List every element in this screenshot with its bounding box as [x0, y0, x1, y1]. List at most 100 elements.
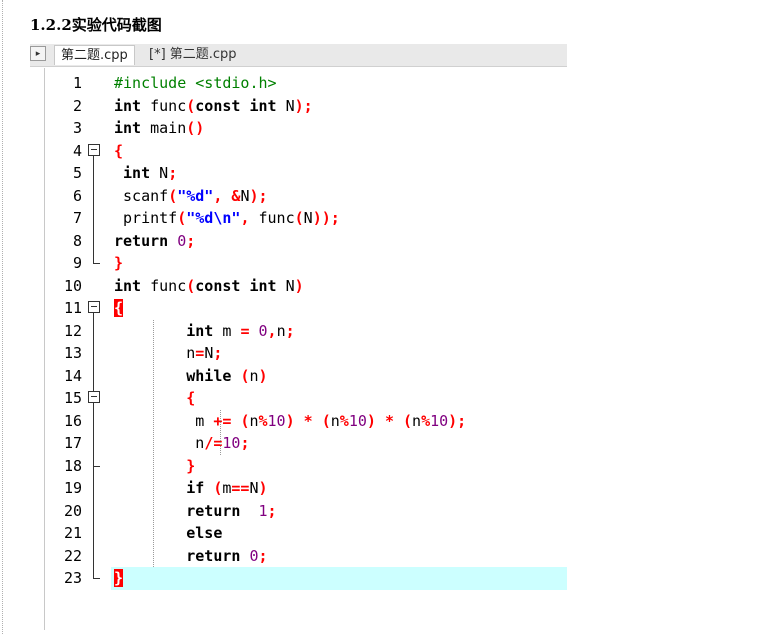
code-text: int func(const int N); — [114, 95, 313, 118]
indent-guide-line — [153, 319, 154, 567]
code-token: += — [213, 411, 232, 430]
code-line[interactable]: 3 int main() — [30, 117, 567, 140]
code-token: ( — [186, 96, 196, 115]
code-token: 0 — [258, 321, 268, 340]
code-line[interactable]: 2 int func(const int N); — [30, 95, 567, 118]
code-line[interactable]: 22 return 0; — [30, 544, 567, 567]
code-token: scanf — [114, 186, 169, 205]
code-token: return — [186, 501, 241, 520]
code-token: return — [114, 231, 169, 250]
code-text: int m = 0,n; — [114, 320, 294, 343]
code-line[interactable]: 20 return 1; — [30, 499, 567, 522]
code-token: else — [186, 524, 223, 542]
tab-file-modified[interactable]: [*] 第二题.cpp — [143, 45, 243, 65]
code-token: n — [249, 411, 259, 430]
code-token: ) — [366, 411, 376, 430]
line-number: 10 — [63, 276, 82, 295]
line-number: 8 — [72, 231, 82, 250]
line-number: 21 — [63, 524, 82, 542]
code-token: )); — [312, 209, 340, 227]
code-line[interactable]: 18 } — [30, 454, 567, 477]
line-number: 5 — [72, 164, 82, 182]
code-token: ) — [258, 366, 268, 385]
code-token: n — [114, 434, 205, 452]
code-token: return — [186, 546, 241, 565]
code-editor[interactable]: ▸ 第二题.cpp [*] 第二题.cpp 1 #include <stdio.h… — [30, 44, 567, 630]
code-token: ( — [294, 209, 304, 227]
code-line[interactable]: 4{ — [30, 140, 567, 163]
fold-connector-line — [93, 544, 94, 567]
fold-collapse-icon[interactable] — [88, 391, 100, 403]
code-line[interactable]: 1 #include <stdio.h> — [30, 72, 567, 95]
code-line[interactable]: 7 printf("%d\n", func(N)); — [30, 207, 567, 230]
code-token: % — [339, 411, 349, 430]
fold-connector-line — [93, 409, 94, 432]
code-token: N — [303, 209, 313, 227]
code-token: N — [276, 276, 295, 295]
code-token: ); — [448, 411, 467, 430]
code-token: 10 — [430, 411, 449, 430]
code-token: int — [123, 164, 151, 182]
line-number: 19 — [63, 479, 82, 497]
code-token: func — [141, 96, 187, 115]
line-number: 17 — [63, 434, 82, 452]
code-text: printf("%d\n", func(N)); — [114, 207, 340, 230]
code-line[interactable]: 8 return 0; — [30, 229, 567, 253]
line-number: 14 — [63, 366, 82, 385]
code-token: main — [141, 119, 187, 137]
tab-file-active[interactable]: 第二题.cpp — [54, 45, 135, 65]
fold-connector-line — [93, 207, 94, 230]
page-margin-line — [2, 0, 3, 634]
code-token: ( — [168, 186, 178, 205]
code-line[interactable]: 17 n/=10; — [30, 432, 567, 455]
code-line[interactable]: 5 int N; — [30, 162, 567, 185]
code-line[interactable]: 16 m += (n%10) * (n%10) * (n%10); — [30, 409, 567, 432]
code-text: { — [114, 297, 124, 320]
indent-guide-line — [220, 409, 221, 455]
code-line[interactable]: 15 { — [30, 387, 567, 410]
line-number: 15 — [63, 389, 82, 407]
code-line[interactable]: 11 { — [30, 297, 567, 320]
fold-collapse-icon[interactable] — [88, 143, 100, 156]
code-token: while — [186, 366, 232, 385]
code-text: int N; — [114, 162, 177, 185]
fold-collapse-icon[interactable] — [88, 301, 100, 313]
code-token: "%d" — [177, 186, 214, 205]
fold-connector-line — [93, 364, 94, 387]
fold-connector-line — [93, 184, 94, 207]
code-token: ; — [258, 546, 268, 565]
code-token: int — [114, 96, 142, 115]
code-line[interactable]: 19 if (m==N) — [30, 477, 567, 500]
code-text: return 0; — [114, 230, 195, 253]
fold-connector-line — [93, 162, 94, 185]
code-text: { — [114, 140, 123, 163]
code-line[interactable]: 9} — [30, 252, 567, 275]
code-token: ( — [177, 209, 187, 227]
code-token: ; — [213, 344, 223, 362]
code-token: ; — [267, 501, 277, 520]
code-line[interactable]: 21 else — [30, 522, 567, 545]
line-number: 20 — [63, 501, 82, 520]
code-line[interactable]: 13 n=N; — [30, 342, 567, 365]
code-token: ; — [186, 231, 196, 250]
code-line[interactable]: 12 int m = 0,n; — [30, 319, 567, 343]
code-line[interactable]: 23} — [30, 567, 567, 590]
section-heading: 1.2.2实验代码截图 — [30, 16, 162, 34]
code-line[interactable]: 6 scanf("%d", &N); — [30, 184, 567, 207]
fold-connector-line — [93, 499, 94, 522]
code-token: { — [114, 141, 124, 160]
code-text: n/=10; — [114, 432, 249, 455]
code-line[interactable]: 10 int func(const int N) — [30, 275, 567, 298]
code-token: N — [150, 164, 169, 182]
code-token: ) — [285, 411, 295, 430]
fold-connector-line — [93, 522, 94, 545]
tab-scroll-arrow-icon[interactable]: ▸ — [30, 46, 46, 61]
code-line[interactable]: 14 while (n) — [30, 364, 567, 387]
fold-connector-line — [93, 319, 94, 342]
